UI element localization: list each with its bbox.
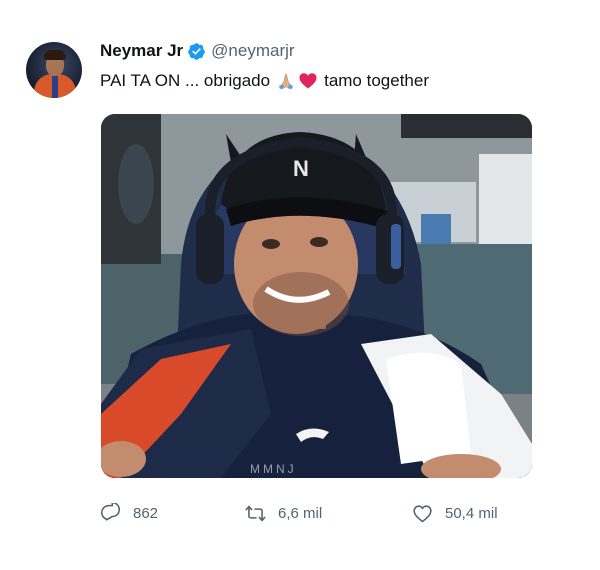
tweet-text-part2: tamo together (324, 71, 429, 90)
reply-icon (100, 503, 121, 521)
avatar-stripe (52, 74, 58, 98)
avatar[interactable] (26, 42, 82, 98)
like-count: 50,4 mil (445, 505, 498, 522)
reply-count: 862 (133, 505, 159, 522)
like-button[interactable]: 50,4 mil (412, 503, 498, 524)
retweet-count: 6,6 mil (278, 505, 323, 522)
avatar-hair (44, 50, 66, 60)
tweet-actions: 862 6,6 mil 50,4 mil (0, 503, 600, 531)
verified-badge-icon (188, 42, 205, 60)
video-frame-illustration: N (101, 114, 532, 478)
tweet-card: Neymar Jr @neymarjr PAI TA ON ... obriga… (0, 0, 600, 570)
tweet-text: PAI TA ON ... obrigado tamo together (100, 71, 429, 91)
folded-hands-emoji-icon (279, 73, 294, 90)
red-heart-emoji-icon (299, 73, 317, 89)
video-watermark: MMNJ (250, 462, 297, 476)
author-name[interactable]: Neymar Jr (100, 41, 183, 61)
reply-button[interactable]: 862 (100, 503, 158, 524)
tweet-header: Neymar Jr @neymarjr (100, 41, 295, 61)
tweet-text-part1: PAI TA ON ... obrigado (100, 71, 271, 90)
author-handle[interactable]: @neymarjr (211, 41, 294, 61)
retweet-icon (245, 505, 266, 522)
heart-icon (413, 505, 432, 523)
svg-text:N: N (293, 156, 309, 181)
tweet-media-video-frame[interactable]: N (101, 114, 532, 478)
retweet-button[interactable]: 6,6 mil (245, 503, 322, 524)
